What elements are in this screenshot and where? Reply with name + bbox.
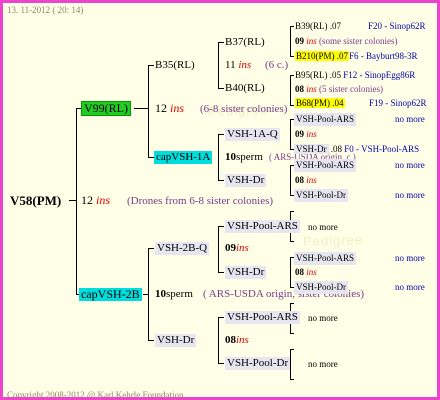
capvsh-1a-drones: 10sperm [225,151,263,163]
vsh-2b-q-grand-drones: 08 ins [295,267,317,277]
connector [148,65,154,66]
vsh-dr-father: VSH-Pool-ARS [294,159,357,172]
connector [218,226,219,272]
connector [218,42,224,43]
connector [148,65,149,157]
connector [218,88,224,89]
root-drone-note: (Drones from 6-8 sister colonies) [127,195,274,207]
connector [290,349,291,379]
queen-vsh-dr[interactable]: VSH-Dr [225,174,267,187]
connector [218,317,224,318]
vsh-dr-mother: VSH-Pool-Dr [294,189,349,202]
connector [290,56,294,57]
vsh-dr-bottom-drones: 08ins [225,334,249,346]
queen-b40[interactable]: B40(RL) [225,82,265,95]
connector [218,363,224,364]
queen-vsh-2b-q[interactable]: VSH-2B-Q [155,242,210,255]
b40-drone-count: 08 ins (5 sister colonies) [295,84,383,94]
connector [290,119,291,149]
connector [218,134,219,180]
vsh-dr-bottom-mother-more: no more [308,359,338,369]
connector [143,294,149,295]
vsh-dr-drones: 08 ins [295,175,317,185]
b35-drone-count: 11 ins [225,59,252,71]
pedigree-frame: 13. 11-2012 ( 20: 14) Copyright 2008-201… [0,0,440,400]
connector [290,165,291,195]
vsh-dr-bottom-mother: VSH-Pool-Dr [225,357,291,370]
queen-vsh-dr-bottom[interactable]: VSH-Dr [155,334,197,347]
vsh-2b-q-father: VSH-Pool-ARS [225,220,300,233]
connector [290,26,294,27]
connector [290,241,294,242]
b40-mother: B68(PM) .04 [295,98,345,108]
connector [218,317,219,363]
connector [218,42,219,88]
v99-drone-count: 12 ins [155,101,185,115]
queen-vsh-1a-q[interactable]: VSH-1A-Q [225,128,280,141]
connector [290,379,294,380]
capvsh-2b-drones: 10sperm [155,288,193,300]
queen-capvsh-1a[interactable]: capVSH-1A [154,151,213,164]
vsh-dr-bottom-father: VSH-Pool-ARS [225,311,300,324]
vsh-dr-bottom-father-more: no more [308,313,338,323]
root-queen[interactable]: V58(PM) [10,194,61,207]
vsh-dr-father-more: no more [395,160,425,170]
vsh-2b-q-grandmother: VSH-Pool-Dr [294,281,349,294]
b37-drone-count: 09 ins (some sister colonies) [295,36,398,46]
vsh-1a-q-mother: VSH-Dr .08 F0 - VSH-Pool-ARS [294,144,420,154]
connector [290,75,291,105]
vsh-2b-q-grandfather: VSH-Pool-ARS [294,252,357,265]
connector [134,108,149,109]
date-stamp: 13. 11-2012 ( 20: 14) [7,5,84,15]
root-drone-count: 12 ins [81,193,111,207]
connector [218,180,224,181]
b35-drone-note: (6 c.) [265,59,289,71]
connector [290,211,294,212]
connector [290,257,291,287]
b40-father: B95(RL) .05 F12 - SinopEgg86R [295,70,416,80]
connector [290,303,294,304]
queen-b35[interactable]: B35(RL) [155,59,195,72]
connector [218,134,224,135]
vsh-2b-q-grandmother-more: no more [395,282,425,292]
v99-drone-note: (6-8 sister colonies) [200,103,288,115]
b37-father: B39(RL) .07 [295,21,341,31]
b40-mother-location: F19 - Sinop62R [369,98,427,108]
vsh-2b-q-mother: VSH-Dr [225,266,267,279]
vsh-2b-q-grandfather-more: no more [395,253,425,263]
connector [76,108,77,294]
vsh-1a-q-drones: 09 ins [295,129,317,139]
queen-b37[interactable]: B37(RL) [225,36,265,49]
connector [148,248,154,249]
vsh-2b-q-father-more: no more [308,222,338,232]
connector [290,75,294,76]
queen-v99[interactable]: V99(RL) [81,101,131,116]
connector [218,226,224,227]
connector [148,340,154,341]
copyright-text: Copyright 2008-2012 @ Karl Kehrle Founda… [7,390,186,400]
connector [218,272,224,273]
b37-father-location: F20 - Sinop62R [368,21,426,31]
b37-mother: B210(PM) .07F6 - Bayburt98-3R [295,51,418,61]
connector [290,333,294,334]
connector [290,349,294,350]
queen-capvsh-2b[interactable]: capVSH-2B [79,288,142,301]
vsh-dr-mother-more: no more [395,190,425,200]
watermark-text: Pedigree [302,231,364,250]
vsh-1a-q-father-more: no more [395,114,425,124]
connector [290,105,294,106]
vsh-1a-q-father: VSH-Pool-ARS [294,113,357,126]
vsh-2b-q-drones: 09ins [225,242,249,254]
connector [290,26,291,56]
